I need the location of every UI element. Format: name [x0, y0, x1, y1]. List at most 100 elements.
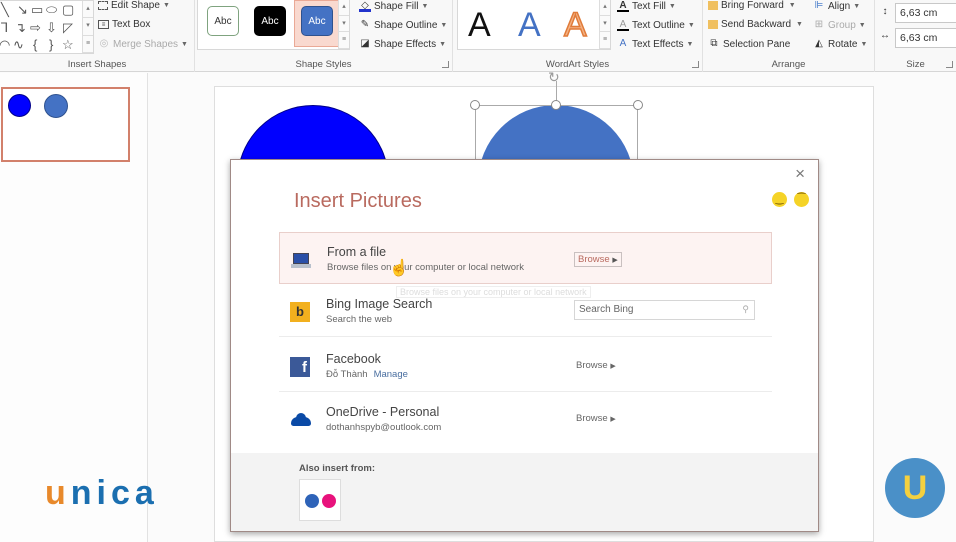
- resize-handle[interactable]: [551, 100, 561, 110]
- shape-styles-gallery-scroll[interactable]: ▴ ▾ ≡: [338, 0, 349, 49]
- chevron-down-icon: ▼: [440, 21, 448, 29]
- bring-forward-icon: [708, 1, 718, 10]
- shape-style-tile[interactable]: Abc: [207, 6, 239, 36]
- chevron-down-icon: ▼: [687, 21, 695, 29]
- paint-bucket-icon: ◇: [359, 0, 371, 12]
- computer-icon: [291, 250, 311, 270]
- pencil-icon: ✎: [360, 19, 370, 30]
- shape-effects-button[interactable]: ◪ Shape Effects ▼: [359, 38, 446, 50]
- oval-icon[interactable]: ⬭: [46, 3, 57, 16]
- browse-button[interactable]: Browse ▶: [573, 412, 619, 425]
- rotate-handle-icon[interactable]: ↻: [548, 69, 560, 86]
- chevron-right-icon: ▶: [610, 416, 616, 423]
- star-icon[interactable]: ☆: [62, 38, 74, 51]
- chevron-down-icon: ▼: [439, 40, 447, 48]
- arrow-line-icon[interactable]: ↘: [17, 3, 28, 16]
- rotate-button[interactable]: ◭ Rotate ▼: [813, 38, 867, 50]
- left-brace-icon[interactable]: {: [33, 38, 37, 51]
- right-arrow-icon[interactable]: ⇨: [30, 21, 41, 34]
- right-brace-icon[interactable]: }: [49, 38, 53, 51]
- chevron-down-icon: ▼: [858, 21, 866, 29]
- dialog-launcher-icon[interactable]: [442, 61, 449, 68]
- manage-link[interactable]: Manage: [374, 369, 408, 380]
- smile-icon[interactable]: ‿: [772, 192, 787, 207]
- chevron-right-icon: ▶: [612, 257, 618, 264]
- search-bing-input[interactable]: Search Bing ⚲: [574, 300, 755, 320]
- text-box-button[interactable]: ≡ Text Box: [98, 19, 150, 30]
- text-outline-icon: A: [617, 19, 629, 31]
- frown-icon[interactable]: ⁀: [794, 192, 809, 207]
- chevron-down-icon: ▼: [181, 40, 188, 48]
- width-icon: ↔: [880, 30, 890, 41]
- group-label: Insert Shapes: [67, 59, 127, 70]
- text-effects-icon: A: [619, 38, 627, 49]
- resize-handle[interactable]: [470, 100, 480, 110]
- rectangle-icon[interactable]: ▭: [31, 3, 43, 16]
- group-icon: ⊞: [814, 19, 824, 30]
- shapes-gallery: ╲ ↘ ▭ ⬭ ▢ ⅂ ↴ ⇨ ⇩ ◸ ◠ ∿ { } ☆ ▴ ▾ ≡: [0, 0, 94, 54]
- wordart-gallery-scroll[interactable]: ▴ ▾ ≡: [599, 0, 610, 49]
- group-label: Size: [906, 59, 925, 70]
- flickr-button[interactable]: [299, 479, 341, 521]
- search-icon[interactable]: ⚲: [742, 304, 749, 315]
- insert-shapes-group: ╲ ↘ ▭ ⬭ ▢ ⅂ ↴ ⇨ ⇩ ◸ ◠ ∿ { } ☆ ▴ ▾ ≡ Edit S…: [0, 0, 195, 72]
- chevron-down-icon: ▼: [162, 2, 170, 9]
- snip-shape-icon[interactable]: ◸: [63, 21, 73, 34]
- shape-height-input[interactable]: 6,63 cm ▴▾: [895, 3, 956, 23]
- selection-pane-icon: ⧉: [710, 38, 718, 49]
- shape-styles-group: Abc Abc Abc ▴ ▾ ≡ ◇ Shape Fill ▼ ✎ Shape Ou…: [195, 0, 453, 72]
- group-button[interactable]: ⊞ Group ▼: [813, 19, 866, 31]
- shape-style-tile-selected[interactable]: Abc: [301, 6, 333, 36]
- dialog-launcher-icon[interactable]: [692, 61, 699, 68]
- curve-icon[interactable]: ∿: [13, 38, 24, 51]
- insert-pictures-dialog: × ‿ ⁀ Insert Pictures From a file Browse…: [230, 159, 819, 532]
- source-facebook[interactable]: f Facebook Đỗ Thành Manage Browse ▶: [279, 340, 772, 392]
- arrange-group: Bring Forward ▼ Send Backward ▼ ⧉ Select…: [703, 0, 875, 72]
- onedrive-icon: [290, 410, 311, 430]
- unica-badge: U: [885, 458, 945, 518]
- shape-width-input[interactable]: 6,63 cm ▴▾: [895, 28, 956, 48]
- elbow-connector-icon[interactable]: ⅂: [1, 21, 8, 34]
- shape-style-tile[interactable]: Abc: [254, 6, 286, 36]
- shape-fill-button[interactable]: ◇ Shape Fill ▼: [359, 0, 428, 12]
- chevron-down-icon: ▼: [786, 2, 796, 9]
- wordart-style[interactable]: A: [563, 5, 587, 45]
- source-onedrive[interactable]: OneDrive - Personal dothanhspyb@outlook.…: [279, 393, 772, 445]
- wordart-style[interactable]: A: [468, 5, 491, 45]
- edit-shape-button[interactable]: Edit Shape ▼: [98, 0, 170, 11]
- group-label: Arrange: [771, 59, 806, 70]
- arc-icon[interactable]: ◠: [0, 38, 10, 51]
- rounded-rectangle-icon[interactable]: ▢: [62, 3, 74, 16]
- source-from-file[interactable]: From a file Browse files on your compute…: [279, 232, 772, 284]
- also-insert-label: Also insert from:: [299, 463, 376, 474]
- bring-forward-button[interactable]: Bring Forward ▼: [708, 0, 796, 11]
- elbow-arrow-icon[interactable]: ↴: [15, 21, 26, 34]
- chevron-down-icon: ▼: [853, 2, 861, 10]
- chevron-down-icon: ▼: [794, 21, 803, 28]
- dialog-launcher-icon[interactable]: [946, 61, 953, 68]
- send-backward-button[interactable]: Send Backward ▼: [708, 19, 803, 30]
- text-outline-button[interactable]: A Text Outline ▼: [617, 19, 695, 31]
- selection-pane-button[interactable]: ⧉ Selection Pane: [708, 38, 790, 50]
- chevron-right-icon: ▶: [610, 363, 616, 370]
- merge-shapes-button[interactable]: ◎ Merge Shapes ▼: [98, 38, 188, 50]
- text-effects-button[interactable]: A Text Effects ▼: [617, 38, 694, 50]
- down-arrow-icon[interactable]: ⇩: [46, 21, 57, 34]
- chevron-down-icon: ▼: [686, 40, 694, 48]
- browse-button[interactable]: Browse ▶: [573, 359, 619, 372]
- text-fill-button[interactable]: A Text Fill ▼: [617, 0, 676, 12]
- line-icon[interactable]: ╲: [1, 3, 9, 16]
- source-bing[interactable]: b Bing Image Search Search the web Searc…: [279, 285, 772, 337]
- shape-outline-button[interactable]: ✎ Shape Outline ▼: [359, 19, 448, 31]
- wordart-style[interactable]: A: [518, 5, 541, 45]
- wordart-gallery: A A A ▴ ▾ ≡: [457, 0, 611, 50]
- flickr-pink-dot-icon: [322, 494, 336, 508]
- browse-button[interactable]: Browse ▶: [574, 252, 622, 267]
- align-button[interactable]: ⊫ Align ▼: [813, 0, 861, 12]
- shapes-gallery-scroll[interactable]: ▴ ▾ ≡: [82, 1, 93, 53]
- chevron-down-icon: ▼: [668, 2, 676, 10]
- close-button[interactable]: ×: [795, 164, 805, 184]
- selection-box: [475, 105, 638, 165]
- slide-thumbnail[interactable]: [1, 87, 130, 162]
- resize-handle[interactable]: [633, 100, 643, 110]
